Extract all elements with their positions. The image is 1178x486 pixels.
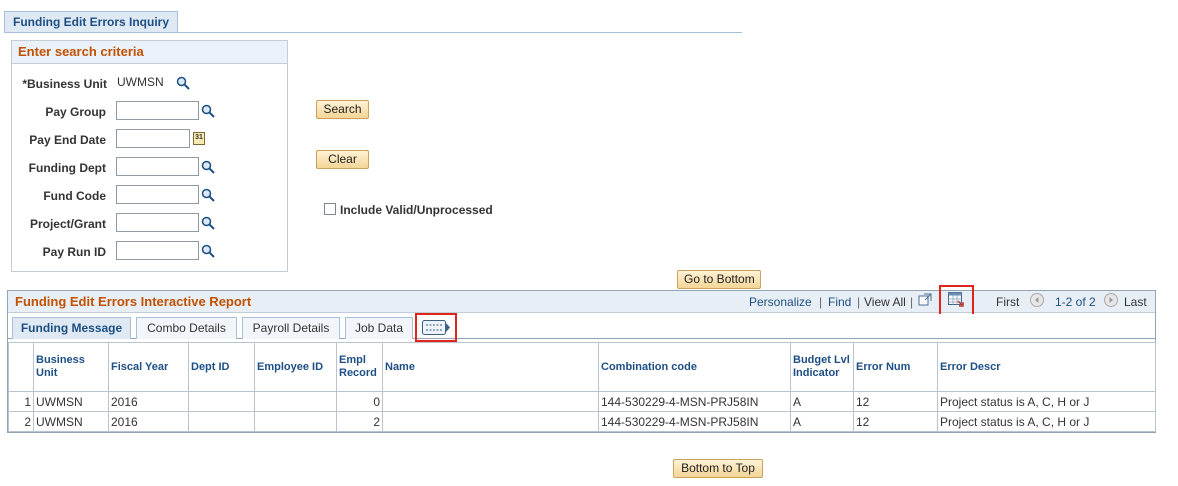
- pay-group-input[interactable]: [116, 101, 199, 120]
- calendar-icon[interactable]: 31: [193, 132, 205, 145]
- new-window-icon[interactable]: [918, 293, 932, 306]
- budget-lvl-cell: A: [790, 411, 854, 432]
- business-unit-cell: UWMSN: [33, 391, 109, 412]
- show-all-columns-icon[interactable]: [422, 320, 450, 335]
- report-title: Funding Edit Errors Interactive Report: [15, 294, 252, 309]
- tab-divider: [4, 32, 742, 33]
- employee-id-cell: [254, 411, 337, 432]
- tab-job-data[interactable]: Job Data: [345, 317, 413, 339]
- separator: |: [819, 295, 823, 309]
- view-all-link[interactable]: View All: [864, 295, 906, 309]
- project-grant-label: Project/Grant: [29, 217, 106, 231]
- fund-code-input[interactable]: [116, 185, 199, 204]
- column-header[interactable]: Error Descr: [937, 342, 1156, 392]
- pay-group-lookup-icon[interactable]: [201, 104, 215, 118]
- row-number: 2: [8, 411, 34, 432]
- empl-record-cell: 2: [336, 411, 383, 432]
- column-header[interactable]: Combination code: [598, 342, 791, 392]
- tab-payroll-details[interactable]: Payroll Details: [242, 317, 340, 339]
- column-header[interactable]: Fiscal Year: [108, 342, 189, 392]
- pay-end-date-label: Pay End Date: [29, 133, 106, 147]
- pay-run-id-label: Pay Run ID: [42, 245, 106, 259]
- table-row: 1 UWMSN 2016 0 144-530229-4-MSN-PRJ58IN …: [8, 391, 1156, 412]
- business-unit-lookup-icon[interactable]: [176, 76, 190, 90]
- column-header[interactable]: Employee ID: [254, 342, 337, 392]
- report-table: Business Unit Fiscal Year Dept ID Employ…: [8, 342, 1156, 432]
- column-header[interactable]: Budget Lvl Indicator: [790, 342, 854, 392]
- column-header[interactable]: Name: [382, 342, 599, 392]
- pay-end-date-input[interactable]: [116, 129, 190, 148]
- row-number-header: [8, 342, 34, 392]
- next-arrow-icon[interactable]: [1104, 293, 1118, 307]
- separator: |: [857, 295, 861, 309]
- employee-id-cell: [254, 391, 337, 412]
- error-descr-cell: Project status is A, C, H or J: [937, 411, 1156, 432]
- project-grant-input[interactable]: [116, 213, 199, 232]
- row-number: 1: [8, 391, 34, 412]
- business-unit-label: *Business Unit: [22, 77, 107, 91]
- pay-run-id-input[interactable]: [116, 241, 199, 260]
- table-row: 2 UWMSN 2016 2 144-530229-4-MSN-PRJ58IN …: [8, 411, 1156, 432]
- include-valid-label: Include Valid/Unprocessed: [340, 203, 493, 217]
- table-header-row: Business Unit Fiscal Year Dept ID Employ…: [8, 342, 1156, 392]
- row-range: 1-2 of 2: [1055, 295, 1096, 309]
- column-header[interactable]: Empl Record: [336, 342, 383, 392]
- separator: |: [910, 295, 914, 309]
- clear-button[interactable]: Clear: [316, 150, 369, 169]
- fiscal-year-cell: 2016: [108, 411, 189, 432]
- business-unit-cell: UWMSN: [33, 411, 109, 432]
- tab-funding-message[interactable]: Funding Message: [12, 317, 131, 339]
- include-valid-checkbox[interactable]: [324, 203, 336, 215]
- fiscal-year-cell: 2016: [108, 391, 189, 412]
- name-cell: [382, 411, 599, 432]
- column-header[interactable]: Dept ID: [188, 342, 255, 392]
- empl-record-cell: 0: [336, 391, 383, 412]
- personalize-link[interactable]: Personalize: [749, 295, 812, 309]
- search-criteria-title: Enter search criteria: [12, 41, 287, 64]
- first-label: First: [996, 295, 1020, 309]
- budget-lvl-cell: A: [790, 391, 854, 412]
- combination-code-cell: 144-530229-4-MSN-PRJ58IN: [598, 391, 791, 412]
- funding-dept-input[interactable]: [116, 157, 199, 176]
- combination-code-cell: 144-530229-4-MSN-PRJ58IN: [598, 411, 791, 432]
- funding-dept-lookup-icon[interactable]: [201, 160, 215, 174]
- go-to-bottom-button[interactable]: Go to Bottom: [677, 270, 761, 289]
- project-grant-lookup-icon[interactable]: [201, 216, 215, 230]
- tab-funding-edit-errors-inquiry[interactable]: Funding Edit Errors Inquiry: [4, 11, 178, 33]
- dept-id-cell: [188, 411, 255, 432]
- funding-dept-label: Funding Dept: [28, 161, 106, 175]
- previous-arrow-icon[interactable]: [1030, 293, 1044, 307]
- bottom-to-top-button[interactable]: Bottom to Top: [673, 459, 763, 478]
- fund-code-label: Fund Code: [43, 189, 106, 203]
- fund-code-lookup-icon[interactable]: [201, 188, 215, 202]
- search-button[interactable]: Search: [316, 100, 369, 119]
- tab-combo-details[interactable]: Combo Details: [136, 317, 237, 339]
- column-header[interactable]: Error Num: [853, 342, 938, 392]
- error-descr-cell: Project status is A, C, H or J: [937, 391, 1156, 412]
- find-link[interactable]: Find: [828, 295, 851, 309]
- dept-id-cell: [188, 391, 255, 412]
- download-to-excel-icon[interactable]: [948, 292, 964, 307]
- pay-run-id-lookup-icon[interactable]: [201, 244, 215, 258]
- column-header[interactable]: Business Unit: [33, 342, 109, 392]
- error-num-cell: 12: [853, 411, 938, 432]
- error-num-cell: 12: [853, 391, 938, 412]
- name-cell: [382, 391, 599, 412]
- last-label: Last: [1124, 295, 1147, 309]
- pay-group-label: Pay Group: [45, 105, 106, 119]
- business-unit-value: UWMSN: [117, 75, 164, 89]
